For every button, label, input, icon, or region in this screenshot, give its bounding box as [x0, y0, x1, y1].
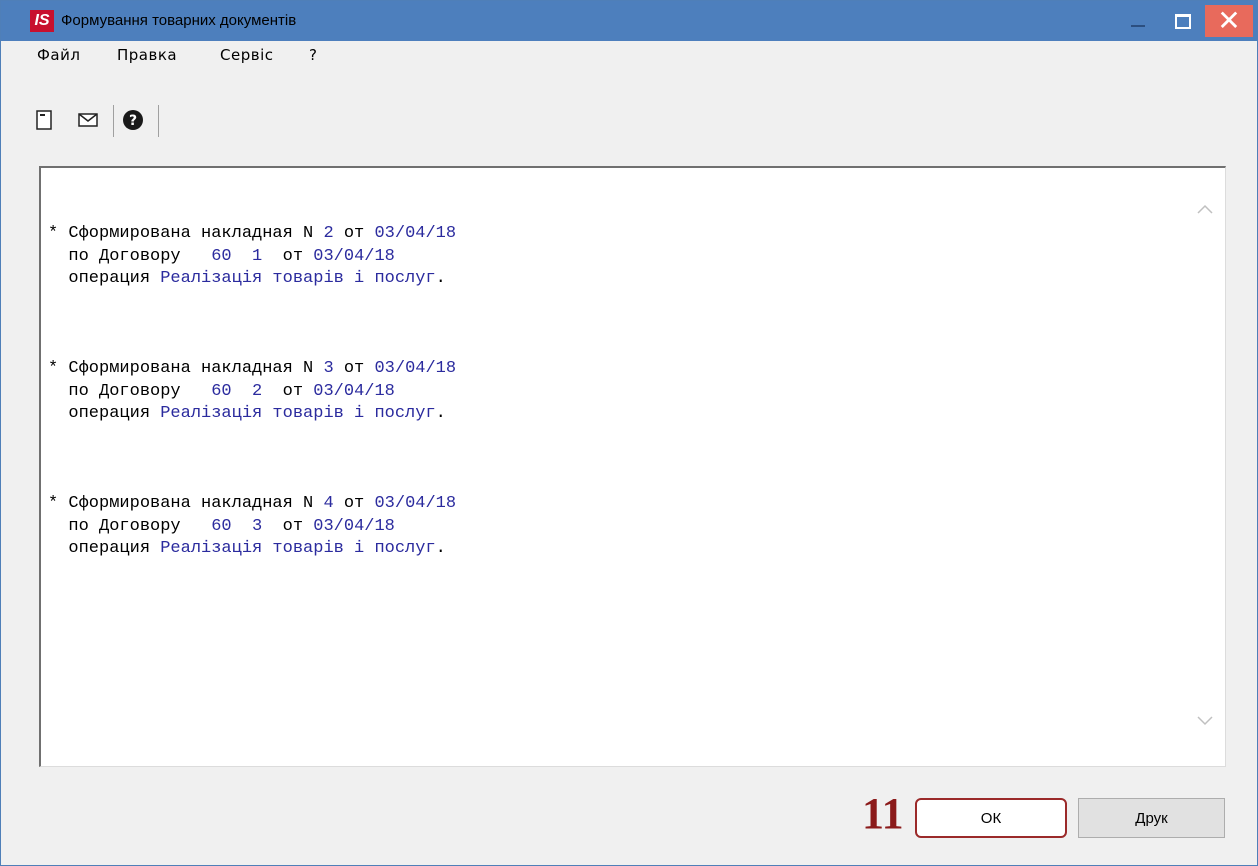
- operation-name: Реалізація товарів і послуг: [160, 539, 436, 558]
- log-text: от: [333, 494, 375, 513]
- menu-bar: Файл Правка Сервіс ?: [1, 41, 1257, 69]
- log-text: от: [333, 359, 375, 378]
- log-text: по Договору: [48, 246, 212, 266]
- invoice-number: 3: [323, 359, 334, 378]
- log-text: операция: [48, 404, 161, 423]
- chevron-up-icon: [1197, 204, 1213, 214]
- log-text: от: [262, 516, 314, 536]
- operation-name: Реалізація товарів і послуг: [160, 404, 436, 423]
- log-text: .: [435, 404, 446, 423]
- invoice-date: 03/04/18: [374, 359, 457, 378]
- print-button[interactable]: Друк: [1078, 798, 1225, 838]
- menu-file[interactable]: Файл: [37, 46, 80, 64]
- document-button[interactable]: [32, 107, 56, 133]
- log-text: * Сформирована накладная N: [48, 359, 324, 378]
- close-button[interactable]: ✕: [1205, 5, 1253, 37]
- maximize-icon: [1175, 13, 1191, 29]
- toolbar: ?: [1, 101, 1257, 149]
- contract-date: 03/04/18: [313, 246, 395, 266]
- svg-text:?: ?: [129, 113, 137, 129]
- log-text: * Сформирована накладная N: [48, 224, 324, 243]
- log-text: по Договору: [48, 516, 212, 536]
- envelope-icon: [78, 113, 98, 127]
- log-entry: * Сформирована накладная N 4 от 03/04/18…: [48, 493, 456, 561]
- invoice-date: 03/04/18: [374, 494, 457, 513]
- contract-number: 60 3: [211, 516, 263, 536]
- close-icon: ✕: [1217, 4, 1241, 37]
- log-entry: * Сформирована накладная N 3 от 03/04/18…: [48, 358, 456, 426]
- chevron-down-icon: [1197, 716, 1213, 726]
- invoice-number: 2: [323, 224, 334, 243]
- menu-service[interactable]: Сервіс: [220, 46, 273, 64]
- contract-number: 60 1: [211, 246, 263, 266]
- help-button[interactable]: ?: [121, 107, 145, 133]
- operation-name: Реалізація товарів і послуг: [160, 269, 436, 288]
- log-text: .: [435, 269, 446, 288]
- log-text: от: [262, 246, 314, 266]
- result-log-panel[interactable]: * Сформирована накладная N 2 от 03/04/18…: [39, 166, 1226, 767]
- dialog-window: IS Формування товарних документів ✕ Файл…: [0, 0, 1258, 866]
- log-entry: * Сформирована накладная N 2 от 03/04/18…: [48, 223, 456, 291]
- ok-button[interactable]: ОК: [915, 798, 1067, 838]
- document-icon: [36, 110, 52, 130]
- invoice-number: 4: [323, 494, 334, 513]
- maximize-button[interactable]: [1161, 1, 1205, 41]
- toolbar-separator: [113, 105, 114, 137]
- menu-edit[interactable]: Правка: [117, 46, 177, 64]
- scroll-up-button[interactable]: [1195, 200, 1215, 220]
- log-text: по Договору: [48, 381, 212, 401]
- log-text: .: [435, 539, 446, 558]
- contract-date: 03/04/18: [313, 516, 395, 536]
- result-log-text: * Сформирована накладная N 2 от 03/04/18…: [48, 178, 456, 628]
- app-logo-icon: IS: [30, 10, 54, 32]
- help-icon: ?: [123, 110, 143, 130]
- step-annotation: 11: [862, 789, 904, 838]
- title-bar[interactable]: IS Формування товарних документів ✕: [1, 1, 1257, 41]
- email-button[interactable]: [76, 107, 100, 133]
- log-text: * Сформирована накладная N: [48, 494, 324, 513]
- scroll-down-button[interactable]: [1195, 710, 1215, 730]
- minimize-icon: [1131, 25, 1145, 27]
- toolbar-separator: [158, 105, 159, 137]
- log-text: от: [262, 381, 314, 401]
- log-text: операция: [48, 539, 161, 558]
- minimize-button[interactable]: [1115, 1, 1161, 41]
- menu-help[interactable]: ?: [309, 46, 317, 64]
- log-text: от: [333, 224, 375, 243]
- invoice-date: 03/04/18: [374, 224, 457, 243]
- contract-number: 60 2: [211, 381, 263, 401]
- window-title: Формування товарних документів: [61, 12, 297, 29]
- contract-date: 03/04/18: [313, 381, 395, 401]
- log-text: операция: [48, 269, 161, 288]
